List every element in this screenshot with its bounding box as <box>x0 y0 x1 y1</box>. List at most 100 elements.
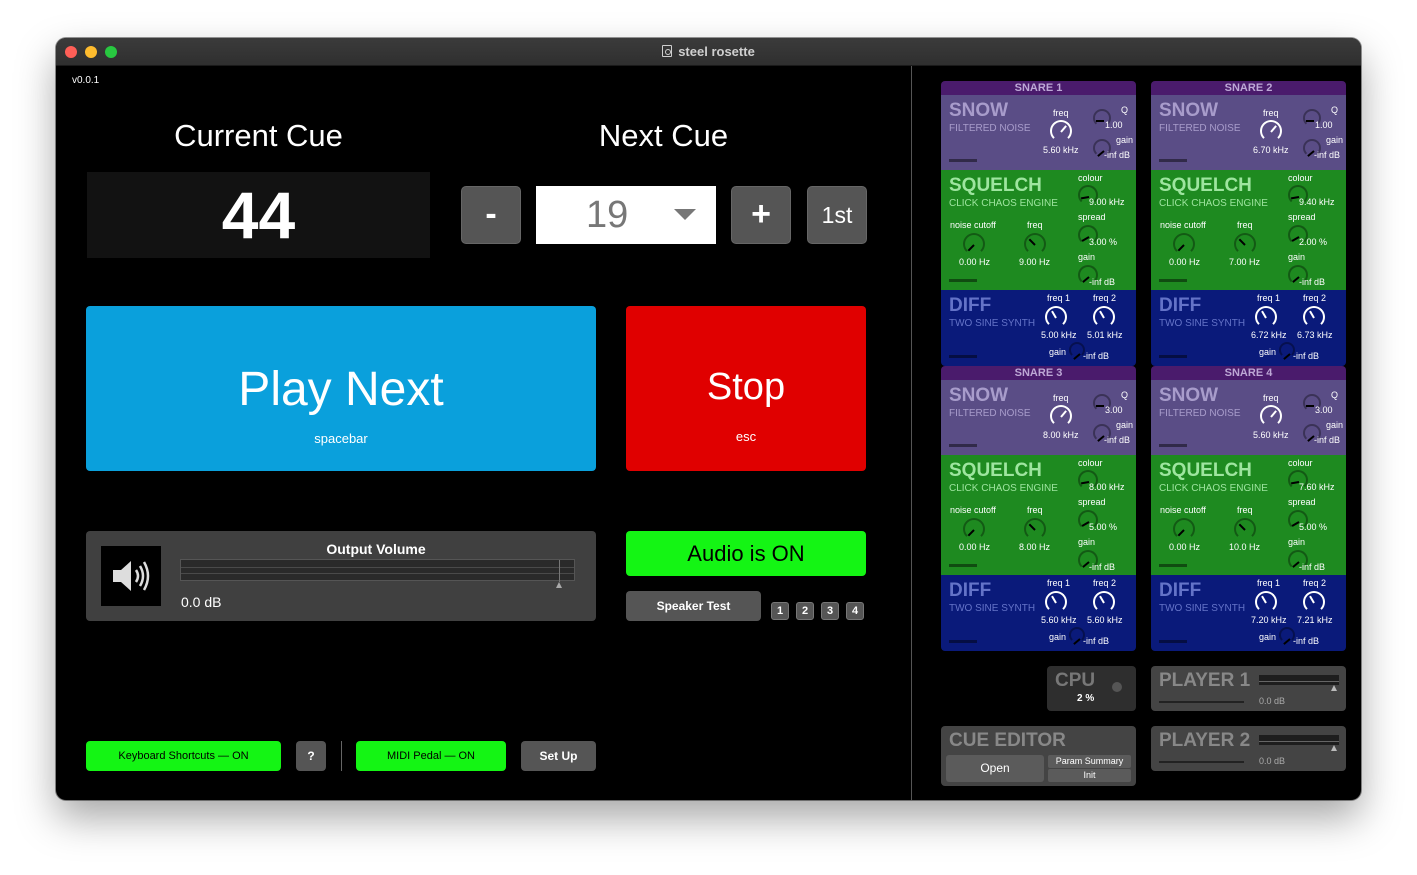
snare-3-snow-meter <box>949 444 977 447</box>
snare-1-squelch-noise-label: noise cutoff <box>950 220 996 230</box>
snare-2-diff-f2-label: freq 2 <box>1303 293 1327 303</box>
snare-3-diff-meter <box>949 640 977 643</box>
snare-1-squelch-meter <box>949 279 977 282</box>
play-next-button[interactable]: Play Next spacebar <box>86 306 596 471</box>
cpu-title: CPU <box>1055 670 1096 691</box>
snare-3-diff-title: DIFF <box>949 580 992 601</box>
snare-3-diff-f2-label: freq 2 <box>1093 578 1117 588</box>
midi-pedal-toggle[interactable]: MIDI Pedal — ON <box>356 741 506 771</box>
snare-3-diff-gain-value: -inf dB <box>1083 636 1110 646</box>
snare-1-snow-gain-value: -inf dB <box>1104 150 1131 160</box>
speaker-channel-2-button[interactable]: 2 <box>796 602 814 620</box>
snare-2-squelch-spread-label: spread <box>1288 212 1316 222</box>
snare-4-squelch-freq-value: 10.0 Hz <box>1229 542 1261 552</box>
speaker-test-button[interactable]: Speaker Test <box>626 591 761 621</box>
volume-slider-thumb[interactable] <box>556 582 562 588</box>
player-2-level-slider[interactable] <box>1259 735 1339 751</box>
snare-2-squelch-freq-knob[interactable] <box>1234 233 1256 255</box>
snare-3-squelch-subtitle: CLICK CHAOS ENGINE <box>949 483 1058 494</box>
snare-1-squelch-noise-value: 0.00 Hz <box>959 257 991 267</box>
help-button[interactable]: ? <box>296 741 326 771</box>
player-1-level-slider[interactable] <box>1259 675 1339 691</box>
player-1-level-value: 0.0 dB <box>1259 696 1286 706</box>
snare-4-squelch-meter <box>1159 564 1187 567</box>
next-cue-select[interactable]: 19 <box>536 186 716 244</box>
snare-2-snow-title: SNOW <box>1159 100 1219 121</box>
snare-2-diff-title: DIFF <box>1159 295 1202 316</box>
snare-3-squelch-freq-value: 8.00 Hz <box>1019 542 1051 552</box>
cue-editor-open-button[interactable]: Open <box>946 755 1044 782</box>
chevron-down-icon <box>674 209 696 220</box>
player-2-panel: PLAYER 2 0.0 dB <box>1151 726 1346 771</box>
snare-1-squelch-freq-knob[interactable] <box>1024 233 1046 255</box>
speaker-channel-4-button[interactable]: 4 <box>846 602 864 620</box>
snare-4-snow-title: SNOW <box>1159 385 1219 406</box>
cpu-indicator <box>1112 682 1122 692</box>
first-cue-button[interactable]: 1st <box>807 186 867 244</box>
init-button[interactable]: Init <box>1048 769 1131 782</box>
snare-2-snow-gain-value: -inf dB <box>1314 150 1341 160</box>
snare-3-diff-subtitle: TWO SINE SYNTH <box>949 603 1036 614</box>
audio-toggle-button[interactable]: Audio is ON <box>626 531 866 576</box>
keyboard-shortcuts-toggle[interactable]: Keyboard Shortcuts — ON <box>86 741 281 771</box>
snare-1-squelch-noise-knob[interactable] <box>963 233 985 255</box>
snare-4-squelch-noise-knob[interactable] <box>1173 518 1195 540</box>
stop-button[interactable]: Stop esc <box>626 306 866 471</box>
version-label: v0.0.1 <box>72 75 100 86</box>
cue-increment-button[interactable]: + <box>731 186 791 244</box>
snare-3-snow-freq-knob[interactable] <box>1050 405 1072 427</box>
snare-2-snow-freq-value: 6.70 kHz <box>1253 145 1289 155</box>
snare-1-snow-q-value: 1.00 <box>1105 120 1123 130</box>
snare-1-header: SNARE 1 <box>941 81 1136 95</box>
snare-1-squelch-gain-value: -inf dB <box>1089 277 1116 287</box>
snare-1-squelch-gain-label: gain <box>1078 252 1096 262</box>
snare-3-squelch-gain-label: gain <box>1078 537 1096 547</box>
snare-1-module: SNARE 1 SNOW FILTERED NOISE freq 5.60 kHz Q 1.… <box>941 81 1136 366</box>
snare-1-diff-f2-value: 5.01 kHz <box>1087 330 1123 340</box>
snare-1-diff-f1-label: freq 1 <box>1047 293 1071 303</box>
snare-3-squelch-title: SQUELCH <box>949 460 1042 481</box>
snare-3-diff-f1-knob[interactable] <box>1045 591 1067 613</box>
snare-1-diff-f1-value: 5.00 kHz <box>1041 330 1077 340</box>
snare-2-diff-f1-knob[interactable] <box>1255 306 1277 328</box>
snare-1-snow-meter <box>949 159 977 162</box>
divider <box>341 741 342 771</box>
snare-3-squelch-section: SQUELCH CLICK CHAOS ENGINE colour 8.00 kHz n… <box>941 455 1136 575</box>
snare-4-diff-f2-knob[interactable] <box>1303 591 1325 613</box>
snare-2-squelch-colour-label: colour <box>1288 173 1313 183</box>
snare-3-squelch-noise-knob[interactable] <box>963 518 985 540</box>
snare-3-diff-section: DIFF TWO SINE SYNTH freq 1 5.60 kHz freq 2 5.… <box>941 575 1136 651</box>
snare-2-diff-meter <box>1159 355 1187 358</box>
snare-3-snow-section: SNOW FILTERED NOISE freq 8.00 kHz Q 3.00 gain -… <box>941 380 1136 455</box>
current-cue-label: Current Cue <box>174 118 343 153</box>
output-volume-slider[interactable] <box>180 559 575 588</box>
snare-2-squelch-noise-label: noise cutoff <box>1160 220 1206 230</box>
snare-1-snow-freq-knob[interactable] <box>1050 120 1072 142</box>
cue-decrement-button[interactable]: - <box>461 186 521 244</box>
snare-4-diff-f1-knob[interactable] <box>1255 591 1277 613</box>
document-icon <box>662 45 673 57</box>
snare-4-snow-gain-label: gain <box>1326 420 1344 430</box>
snare-2-squelch-noise-knob[interactable] <box>1173 233 1195 255</box>
snare-1-diff-subtitle: TWO SINE SYNTH <box>949 318 1036 329</box>
snare-4-squelch-freq-knob[interactable] <box>1234 518 1256 540</box>
snare-1-squelch-colour-label: colour <box>1078 173 1103 183</box>
snare-3-diff-f2-knob[interactable] <box>1093 591 1115 613</box>
snare-1-diff-meter <box>949 355 977 358</box>
speaker-channel-3-button[interactable]: 3 <box>821 602 839 620</box>
current-cue-display: 44 <box>87 172 430 258</box>
snare-2-diff-f2-knob[interactable] <box>1303 306 1325 328</box>
snare-1-squelch-subtitle: CLICK CHAOS ENGINE <box>949 198 1058 209</box>
speaker-channel-1-button[interactable]: 1 <box>771 602 789 620</box>
snare-4-snow-freq-value: 5.60 kHz <box>1253 430 1289 440</box>
param-summary-button[interactable]: Param Summary <box>1048 755 1131 768</box>
setup-button[interactable]: Set Up <box>521 741 596 771</box>
snare-2-snow-freq-knob[interactable] <box>1260 120 1282 142</box>
snare-3-module: SNARE 3 SNOW FILTERED NOISE freq 8.00 kHz Q 3.… <box>941 366 1136 651</box>
snare-2-diff-section: DIFF TWO SINE SYNTH freq 1 6.72 kHz freq 2 6.… <box>1151 290 1346 366</box>
snare-1-diff-f1-knob[interactable] <box>1045 306 1067 328</box>
snare-3-squelch-freq-knob[interactable] <box>1024 518 1046 540</box>
snare-1-diff-f2-knob[interactable] <box>1093 306 1115 328</box>
snare-4-snow-freq-knob[interactable] <box>1260 405 1282 427</box>
snare-4-squelch-gain-label: gain <box>1288 537 1306 547</box>
